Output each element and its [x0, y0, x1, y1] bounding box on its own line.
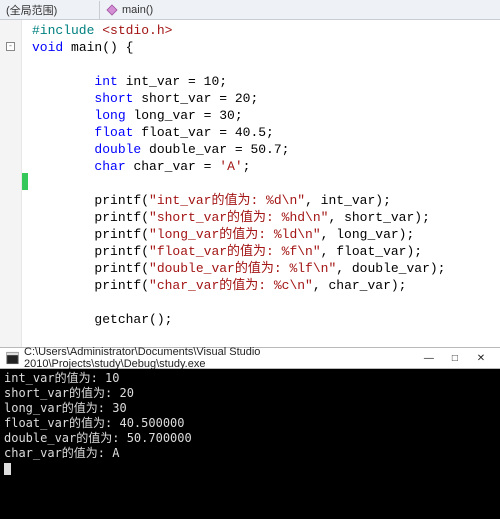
code-line[interactable] [32, 328, 500, 345]
code-token: float_var = 40.5; [133, 125, 273, 140]
navigation-bar: (全局范围) main() [0, 0, 500, 20]
code-line[interactable]: printf("int_var的值为: %d\n", int_var); [32, 192, 500, 209]
code-token: void [32, 40, 63, 55]
outline-gutter [0, 20, 22, 347]
code-line[interactable]: void main() { [32, 39, 500, 56]
code-token: } [32, 346, 40, 347]
console-line: char_var的值为: A [4, 446, 496, 461]
code-editor[interactable]: #include <stdio.h>void main() { int int_… [0, 20, 500, 347]
code-token: double [94, 142, 141, 157]
code-token: , int_var); [305, 193, 391, 208]
code-line[interactable]: long long_var = 30; [32, 107, 500, 124]
code-token: printf( [94, 261, 149, 276]
console-line: long_var的值为: 30 [4, 401, 496, 416]
code-line[interactable]: } [32, 345, 500, 347]
console-app-icon [6, 351, 19, 365]
function-label: main() [122, 4, 153, 16]
scope-dropdown[interactable]: (全局范围) [0, 1, 100, 19]
console-cursor [4, 463, 11, 475]
code-area[interactable]: #include <stdio.h>void main() { int int_… [32, 20, 500, 347]
code-token: "char_var的值为: %c\n" [149, 278, 313, 293]
code-token: "long_var的值为: %ld\n" [149, 227, 321, 242]
code-line[interactable]: printf("char_var的值为: %c\n", char_var); [32, 277, 500, 294]
code-token: printf( [94, 244, 149, 259]
code-token: short_var = 20; [133, 91, 258, 106]
code-token: "short_var的值为: %hd\n" [149, 210, 328, 225]
code-token: , long_var); [321, 227, 415, 242]
code-token: char [94, 159, 125, 174]
code-token: "double_var的值为: %lf\n" [149, 261, 336, 276]
code-token: char_var = [126, 159, 220, 174]
code-token: long_var = 30; [126, 108, 243, 123]
code-line[interactable]: int int_var = 10; [32, 73, 500, 90]
change-marker [22, 173, 28, 190]
code-line[interactable]: short short_var = 20; [32, 90, 500, 107]
code-line[interactable]: #include <stdio.h> [32, 22, 500, 39]
code-token: double_var = 50.7; [141, 142, 289, 157]
code-token: 'A' [219, 159, 242, 174]
code-token: long [94, 108, 125, 123]
code-token: printf( [94, 193, 149, 208]
code-token: main() { [63, 40, 133, 55]
code-token: short [94, 91, 133, 106]
console-line: float_var的值为: 40.500000 [4, 416, 496, 431]
code-token: "float_var的值为: %f\n" [149, 244, 321, 259]
code-token: , float_var); [321, 244, 422, 259]
console-line: short_var的值为: 20 [4, 386, 496, 401]
code-line[interactable] [32, 294, 500, 311]
code-token: "int_var的值为: %d\n" [149, 193, 305, 208]
code-line[interactable]: char char_var = 'A'; [32, 158, 500, 175]
code-line[interactable]: double double_var = 50.7; [32, 141, 500, 158]
code-line[interactable]: getchar(); [32, 311, 500, 328]
method-icon [106, 4, 118, 16]
console-output[interactable]: int_var的值为: 10short_var的值为: 20long_var的值… [0, 369, 500, 519]
code-token: int_var = 10; [118, 74, 227, 89]
fold-toggle[interactable]: - [6, 42, 15, 51]
code-token: <stdio.h> [102, 23, 172, 38]
console-line: double_var的值为: 50.700000 [4, 431, 496, 446]
code-token: printf( [94, 278, 149, 293]
code-token: #include [32, 23, 102, 38]
function-dropdown[interactable]: main() [100, 3, 500, 17]
code-line[interactable]: printf("float_var的值为: %f\n", float_var); [32, 243, 500, 260]
scope-label: (全局范围) [6, 5, 57, 17]
console-title-text: C:\Users\Administrator\Documents\Visual … [24, 346, 416, 370]
code-token: getchar(); [94, 312, 172, 327]
code-line[interactable]: float float_var = 40.5; [32, 124, 500, 141]
code-token: ; [243, 159, 251, 174]
code-line[interactable]: printf("double_var的值为: %lf\n", double_va… [32, 260, 500, 277]
code-line[interactable] [32, 175, 500, 192]
minimize-button[interactable]: — [416, 348, 442, 368]
console-line: int_var的值为: 10 [4, 371, 496, 386]
close-button[interactable]: ✕ [468, 348, 494, 368]
code-token: printf( [94, 227, 149, 242]
code-token: int [94, 74, 117, 89]
code-token: float [94, 125, 133, 140]
code-line[interactable]: printf("short_var的值为: %hd\n", short_var)… [32, 209, 500, 226]
console-title-bar: C:\Users\Administrator\Documents\Visual … [0, 347, 500, 369]
maximize-button[interactable]: □ [442, 348, 468, 368]
change-gutter [22, 20, 28, 347]
code-token: , short_var); [328, 210, 429, 225]
code-token: , char_var); [313, 278, 407, 293]
code-line[interactable] [32, 56, 500, 73]
code-line[interactable]: printf("long_var的值为: %ld\n", long_var); [32, 226, 500, 243]
code-token: printf( [94, 210, 149, 225]
code-token: , double_var); [336, 261, 445, 276]
